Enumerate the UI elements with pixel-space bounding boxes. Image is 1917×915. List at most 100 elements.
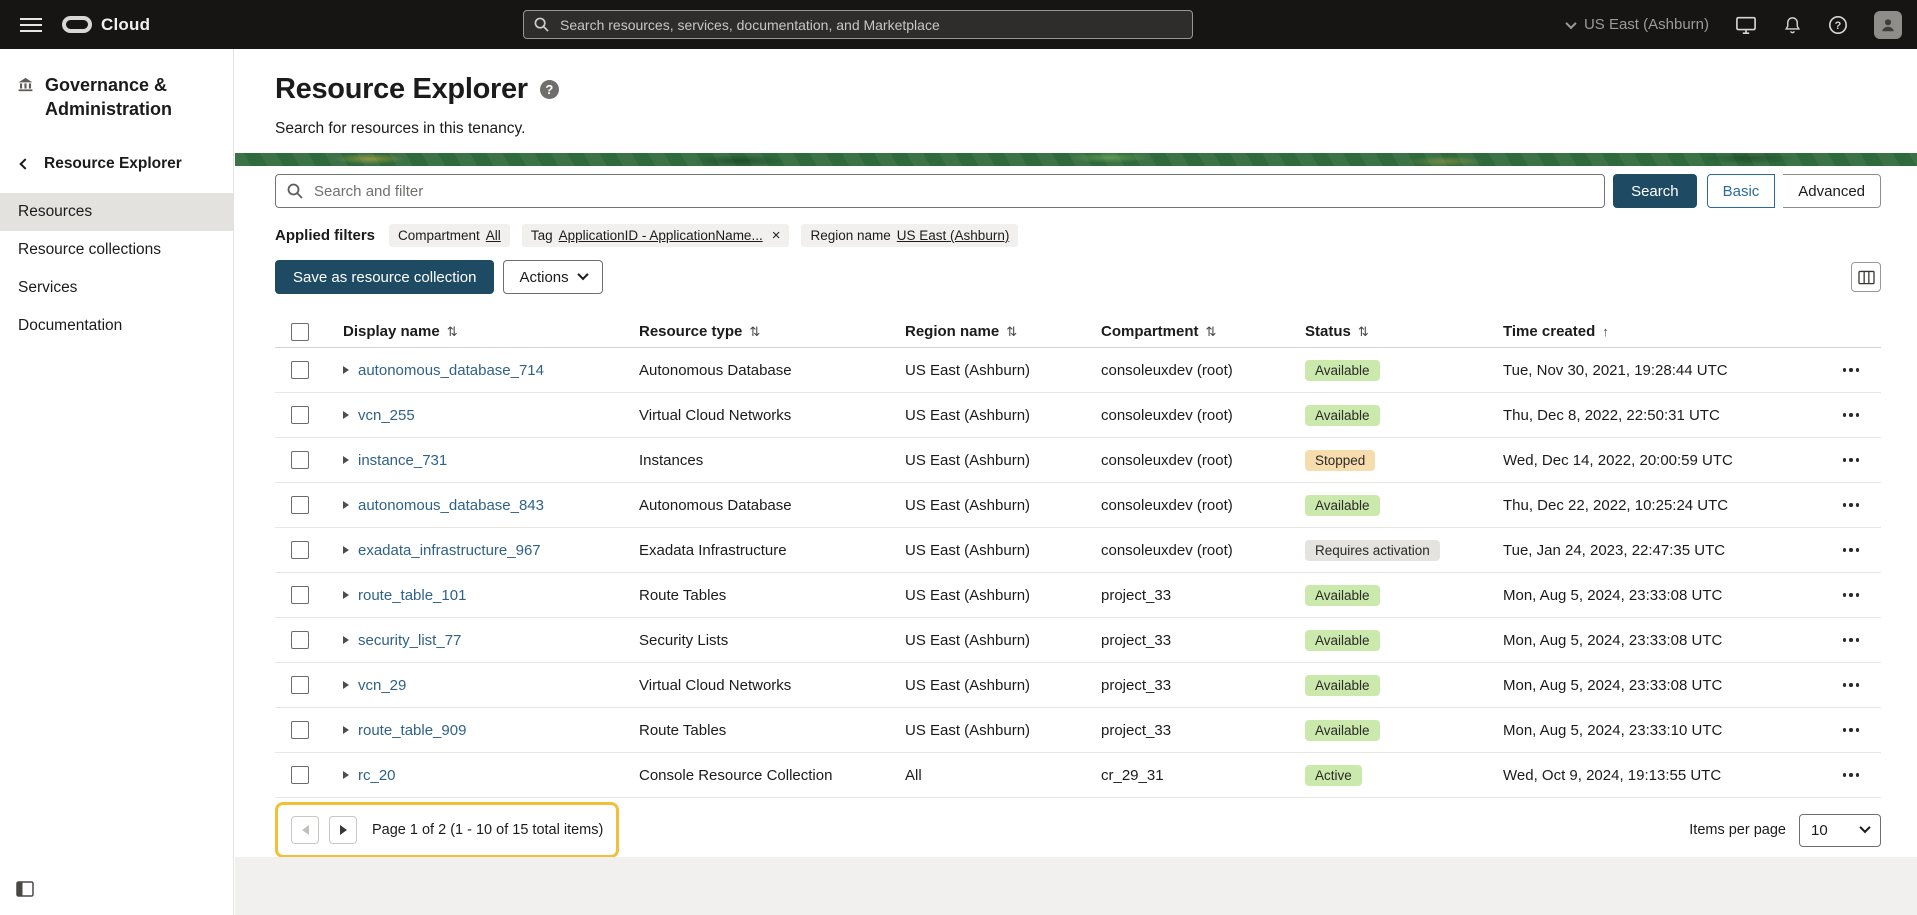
next-page-button[interactable] [329,816,357,844]
resource-link[interactable]: route_table_909 [358,722,466,739]
save-resource-collection-button[interactable]: Save as resource collection [275,260,494,294]
expand-caret-icon[interactable] [343,411,349,419]
brand-logo[interactable]: Cloud [62,15,150,35]
region-name-cell: US East (Ashburn) [893,362,1089,379]
expand-caret-icon[interactable] [343,771,349,779]
time-created-cell: Tue, Jan 24, 2023, 22:47:35 UTC [1491,542,1821,559]
sidebar-section-header: Governance & Administration [0,49,233,121]
expand-caret-icon[interactable] [343,501,349,509]
help-icon[interactable]: ? [1828,15,1848,35]
row-checkbox[interactable] [291,361,309,379]
select-all-checkbox[interactable] [291,323,309,341]
resource-link[interactable]: exadata_infrastructure_967 [358,542,541,559]
items-per-page-select[interactable]: 10 [1799,814,1881,847]
global-search-input[interactable] [523,10,1193,39]
row-checkbox[interactable] [291,631,309,649]
row-checkbox[interactable] [291,586,309,604]
column-header-region-name[interactable]: Region name⇅ [893,323,1089,340]
column-header-display-name[interactable]: Display name⇅ [331,323,627,340]
sidebar-back-link[interactable]: Resource Explorer [0,121,233,173]
row-actions-button[interactable] [1839,767,1864,783]
region-name-cell: US East (Ashburn) [893,452,1089,469]
global-search [523,10,1193,39]
compartment-cell: cr_29_31 [1089,767,1293,784]
row-checkbox[interactable] [291,541,309,559]
pagination-label: Page 1 of 2 (1 - 10 of 15 total items) [372,822,603,838]
resource-link[interactable]: vcn_255 [358,407,415,424]
column-header-compartment[interactable]: Compartment⇅ [1089,323,1293,340]
oracle-logo-icon [62,16,92,33]
table-row: vcn_29 Virtual Cloud Networks US East (A… [275,663,1881,708]
compartment-cell: consoleuxdev (root) [1089,542,1293,559]
table-row: security_list_77 Security Lists US East … [275,618,1881,663]
expand-caret-icon[interactable] [343,456,349,464]
row-checkbox[interactable] [291,676,309,694]
column-header-time-created[interactable]: Time created↑ [1491,323,1821,340]
cloud-shell-icon[interactable] [1735,15,1757,35]
filter-chip[interactable]: Region name US East (Ashburn) × [801,224,1018,247]
resource-link[interactable]: vcn_29 [358,677,406,694]
table-row: vcn_255 Virtual Cloud Networks US East (… [275,393,1881,438]
expand-caret-icon[interactable] [343,726,349,734]
time-created-cell: Tue, Nov 30, 2021, 19:28:44 UTC [1491,362,1821,379]
row-actions-button[interactable] [1839,407,1864,423]
sidebar-item[interactable]: Documentation [0,307,233,345]
column-header-status[interactable]: Status⇅ [1293,323,1491,340]
row-actions-button[interactable] [1839,677,1864,693]
row-checkbox[interactable] [291,766,309,784]
expand-caret-icon[interactable] [343,366,349,374]
sidebar-back-label: Resource Explorer [44,155,182,173]
row-actions-button[interactable] [1839,722,1864,738]
sort-asc-icon: ↑ [1602,324,1609,339]
previous-page-button[interactable] [291,816,319,844]
filter-chip[interactable]: Compartment All × [389,224,510,247]
expand-caret-icon[interactable] [343,591,349,599]
row-actions-button[interactable] [1839,452,1864,468]
remove-filter-icon[interactable]: × [772,228,781,243]
row-checkbox[interactable] [291,451,309,469]
notifications-bell-icon[interactable] [1783,15,1802,35]
row-actions-button[interactable] [1839,587,1864,603]
resource-link[interactable]: autonomous_database_843 [358,497,544,514]
resource-link[interactable]: instance_731 [358,452,447,469]
sidebar-item[interactable]: Resource collections [0,231,233,269]
status-badge: Available [1305,495,1380,516]
column-settings-button[interactable] [1851,262,1881,292]
sidebar-item[interactable]: Resources [0,193,233,231]
time-created-cell: Mon, Aug 5, 2024, 23:33:08 UTC [1491,587,1821,604]
resource-type-cell: Virtual Cloud Networks [627,407,893,424]
row-checkbox[interactable] [291,496,309,514]
row-actions-button[interactable] [1839,542,1864,558]
region-selector[interactable]: US East (Ashburn) [1567,16,1709,33]
sidebar-nav: Resources Resource collections Services … [0,193,233,345]
actions-button[interactable]: Actions [503,260,602,294]
page-help-icon[interactable]: ? [540,80,559,99]
filter-chip[interactable]: Tag ApplicationID - ApplicationName... × [522,224,790,247]
sidebar-item[interactable]: Services [0,269,233,307]
time-created-cell: Mon, Aug 5, 2024, 23:33:08 UTC [1491,632,1821,649]
resource-link[interactable]: route_table_101 [358,587,466,604]
resource-link[interactable]: security_list_77 [358,632,461,649]
row-actions-button[interactable] [1839,362,1864,378]
search-button[interactable]: Search [1613,174,1697,208]
expand-caret-icon[interactable] [343,681,349,689]
row-actions-button[interactable] [1839,632,1864,648]
row-actions-button[interactable] [1839,497,1864,513]
collapse-panel-icon[interactable] [16,881,34,901]
expand-caret-icon[interactable] [343,636,349,644]
table-body: autonomous_database_714 Autonomous Datab… [275,348,1881,798]
row-checkbox[interactable] [291,721,309,739]
column-header-resource-type[interactable]: Resource type⇅ [627,323,893,340]
time-created-cell: Wed, Dec 14, 2022, 20:00:59 UTC [1491,452,1821,469]
basic-mode-button[interactable]: Basic [1707,174,1776,208]
region-name-cell: US East (Ashburn) [893,677,1089,694]
table-row: route_table_909 Route Tables US East (As… [275,708,1881,753]
user-avatar[interactable] [1874,11,1902,39]
resource-link[interactable]: autonomous_database_714 [358,362,544,379]
hamburger-menu-icon[interactable] [20,14,42,36]
row-checkbox[interactable] [291,406,309,424]
expand-caret-icon[interactable] [343,546,349,554]
advanced-mode-button[interactable]: Advanced [1783,174,1881,208]
resource-link[interactable]: rc_20 [358,767,396,784]
filter-search-input[interactable] [275,174,1605,208]
